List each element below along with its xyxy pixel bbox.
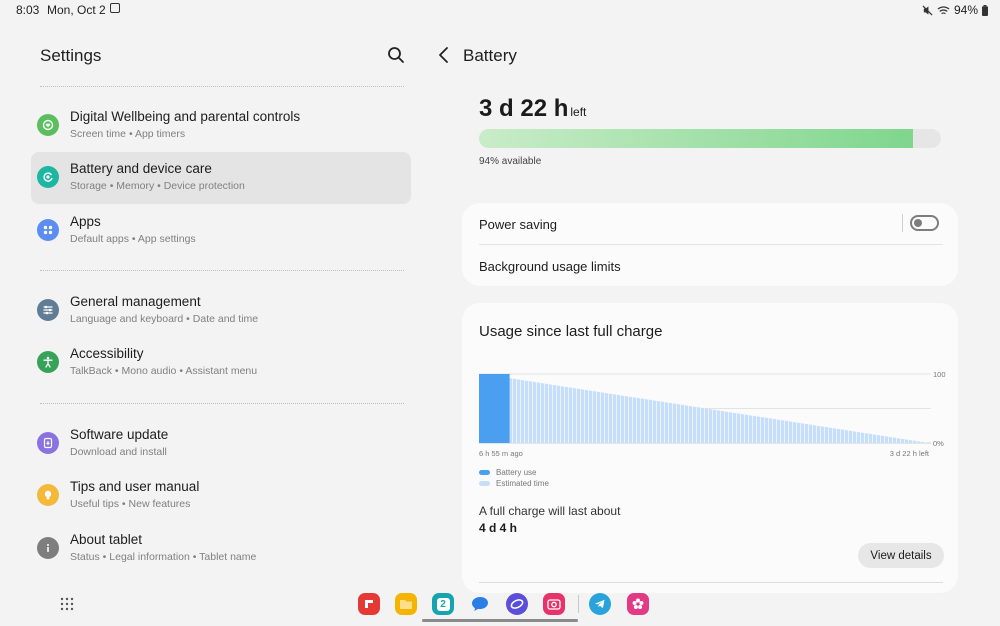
menu-item-digital-wellbeing[interactable]: Digital Wellbeing and parental controls … (31, 100, 411, 152)
full-charge-value: 4 d 4 h (479, 521, 518, 535)
y-tick-label-bottom: 0% (933, 439, 944, 448)
calendar-day: 2 (436, 597, 450, 611)
menu-item-subtitle: Screen time • App timers (70, 128, 186, 140)
mute-icon (922, 4, 933, 16)
time-left-suffix: left (570, 105, 587, 119)
menu-item-label: Digital Wellbeing and parental controls (70, 109, 301, 124)
sliders-icon (37, 299, 59, 321)
menu-item-subtitle: Useful tips • New features (70, 498, 191, 510)
app-drawer-button[interactable] (60, 597, 74, 611)
menu-item-accessibility[interactable]: Accessibility TalkBack • Mono audio • As… (31, 337, 411, 389)
status-date: Mon, Oct 2 (47, 3, 106, 17)
menu-item-label: General management (70, 294, 201, 309)
legend-swatch-estimated-time (479, 481, 490, 486)
menu-item-subtitle: Status • Legal information • Tablet name (70, 551, 257, 563)
menu-item-subtitle: Default apps • App settings (70, 233, 196, 245)
software-update-icon (37, 432, 59, 454)
menu-item-software-update[interactable]: Software update Download and install (31, 418, 411, 470)
menu-item-label: Software update (70, 427, 169, 442)
battery-level-fill (479, 129, 914, 148)
apps-grid-icon (60, 597, 74, 611)
gallery-notification-icon (110, 3, 120, 13)
x-tick-label-start: 6 h 55 m ago (479, 449, 523, 458)
search-icon (388, 47, 404, 63)
messages-app-icon[interactable] (469, 593, 491, 615)
menu-item-subtitle: Download and install (70, 446, 167, 458)
power-saving-toggle[interactable] (910, 215, 939, 231)
battery-time-left: 3 d 22 h left (479, 95, 586, 123)
y-tick-label-top: 100 (933, 370, 946, 379)
toggle-knob (914, 219, 922, 227)
home-indicator[interactable] (422, 619, 578, 622)
status-bar: 8:03 Mon, Oct 2 94% (0, 0, 1000, 20)
group-divider (40, 403, 404, 404)
x-tick-label-end: 3 d 22 h left (890, 449, 930, 458)
battery-icon (982, 4, 988, 16)
info-icon (37, 537, 59, 559)
usage-card: Usage since last full charge 100 0% 6 h 55… (462, 303, 958, 593)
menu-item-general-management[interactable]: General management Language and keyboard… (31, 285, 411, 337)
my-files-app-icon[interactable] (395, 593, 417, 615)
back-button[interactable] (433, 44, 455, 66)
menu-item-label: Tips and user manual (70, 479, 200, 494)
menu-item-label: About tablet (70, 532, 143, 547)
toggle-separator (902, 214, 903, 232)
chevron-left-icon (439, 47, 448, 63)
battery-available-text: 94% available (479, 156, 542, 167)
menu-item-subtitle: Storage • Memory • Device protection (70, 180, 245, 192)
legend-swatch-battery-use (479, 470, 490, 475)
battery-usage-chart: 100 0% 6 h 55 m ago 3 d 22 h left (479, 370, 946, 458)
camera-app-icon[interactable] (543, 593, 565, 615)
power-saving-row[interactable]: Power saving (462, 203, 958, 244)
menu-item-battery-device-care[interactable]: Battery and device care Storage • Memory… (31, 152, 411, 204)
menu-item-apps[interactable]: Apps Default apps • App settings (31, 205, 411, 257)
group-divider (40, 270, 404, 271)
legend-battery-use: Battery use (479, 468, 536, 477)
usage-title: Usage since last full charge (479, 323, 663, 340)
legend-label: Estimated time (496, 479, 549, 488)
menu-item-subtitle: TalkBack • Mono audio • Assistant menu (70, 365, 258, 377)
device-care-icon (37, 166, 59, 188)
lightbulb-icon (37, 484, 59, 506)
telegram-app-icon[interactable] (589, 593, 611, 615)
search-button[interactable] (386, 45, 406, 65)
menu-item-label: Accessibility (70, 346, 144, 361)
background-usage-limits-row[interactable]: Background usage limits (462, 245, 958, 286)
accessibility-icon (37, 351, 59, 373)
menu-item-label: Apps (70, 214, 101, 229)
full-charge-label: A full charge will last about (479, 504, 621, 518)
apps-icon (37, 219, 59, 241)
status-time: 8:03 (16, 3, 40, 17)
menu-item-tips-manual[interactable]: Tips and user manual Useful tips • New f… (31, 470, 411, 522)
power-card: Power saving Background usage limits (462, 203, 958, 286)
internet-app-icon[interactable] (506, 593, 528, 615)
battery-percent: 94% (953, 3, 978, 17)
settings-title: Settings (40, 46, 102, 65)
view-details-button[interactable]: View details (858, 543, 944, 568)
menu-item-about-tablet[interactable]: About tablet Status • Legal information … (31, 523, 411, 575)
battery-page-title: Battery (463, 46, 517, 65)
power-saving-label: Power saving (479, 217, 558, 232)
legend-estimated-time: Estimated time (479, 479, 549, 488)
digital-wellbeing-icon (37, 114, 59, 136)
group-divider (40, 86, 404, 87)
battery-level-bar (479, 129, 941, 148)
time-left-value: 3 d 22 h (479, 95, 569, 122)
card-bottom-divider (479, 582, 943, 583)
background-usage-limits-label: Background usage limits (479, 259, 621, 274)
dock-separator (578, 595, 579, 613)
menu-item-subtitle: Language and keyboard • Date and time (70, 313, 259, 325)
calendar-app-icon[interactable]: 2 (432, 593, 454, 615)
menu-item-label: Battery and device care (70, 161, 212, 176)
legend-label: Battery use (496, 468, 537, 477)
series-battery-use-area (479, 374, 510, 443)
wifi-icon (937, 5, 950, 14)
blossom-app-icon[interactable] (627, 593, 649, 615)
flipboard-app-icon[interactable] (358, 593, 380, 615)
